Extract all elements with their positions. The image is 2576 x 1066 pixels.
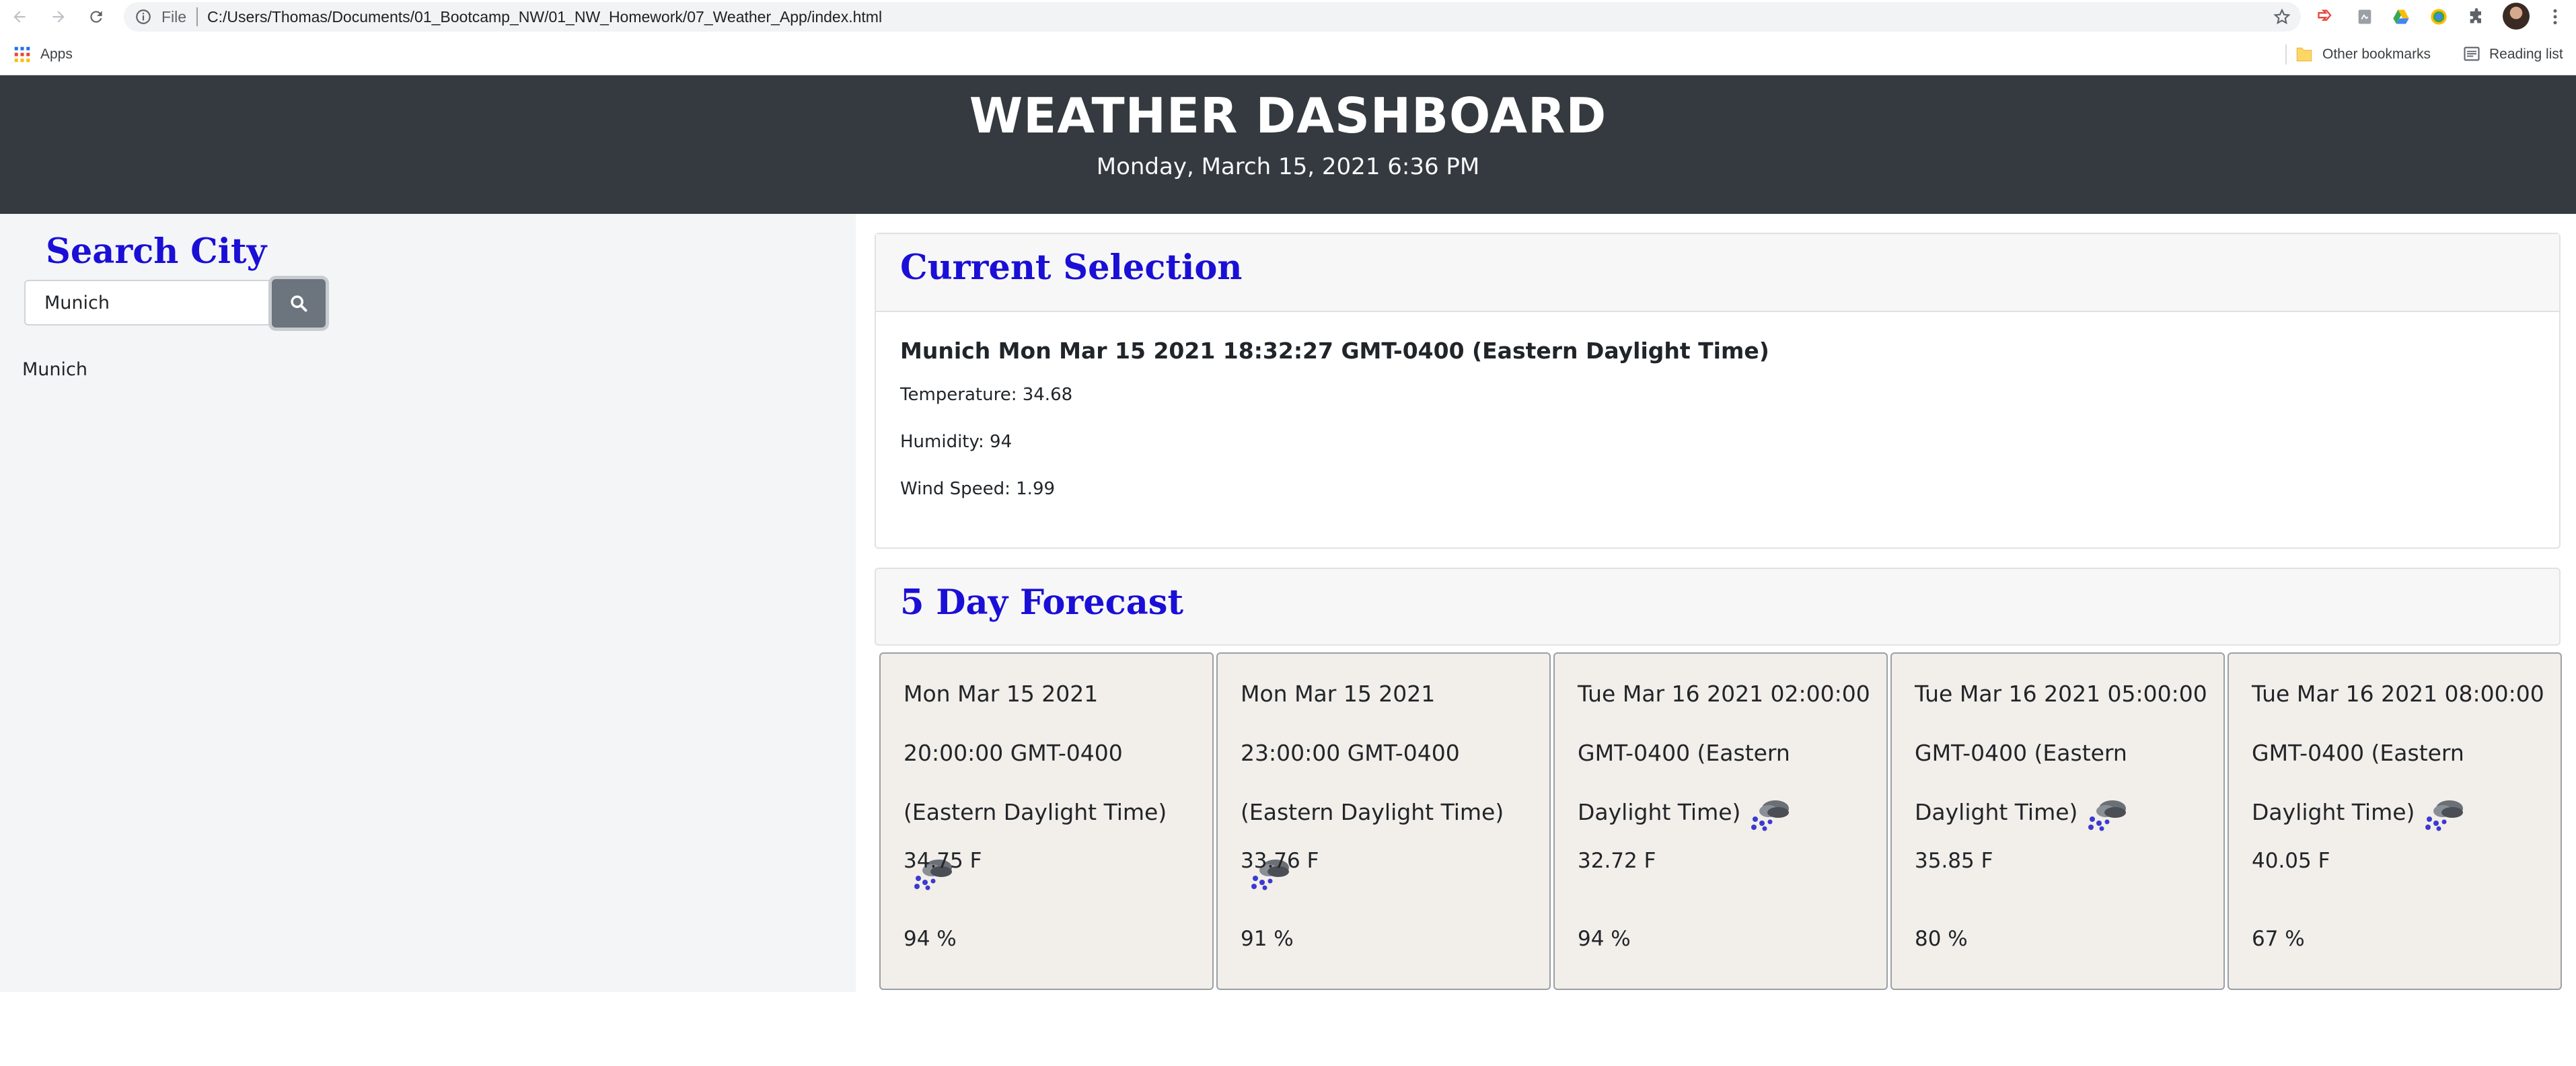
apps-link[interactable]: Apps [40,46,73,63]
current-temperature: Temperature: 34.68 [900,385,1073,405]
folder-icon [2296,47,2312,62]
forecast-humidity: 80 % [1915,927,1968,951]
puzzle-piece-icon [2470,8,2481,24]
reload-button[interactable] [83,4,109,30]
current-humidity: Humidity: 94 [900,432,1013,452]
browser-toolbar: File C:/Users/Thomas/Documents/01_Bootca… [0,0,2576,34]
forecast-temperature: 35.85 F [1915,849,1993,873]
forecast-heading: 5 Day Forecast [900,582,1184,623]
forecast-date-text: Tue Mar 16 2021 08:00:00 GMT-0400 (Easte… [2252,681,2544,825]
info-icon[interactable] [135,8,152,26]
city-search-input[interactable] [24,280,270,326]
current-selection-heading: Current Selection [900,248,1243,288]
forecast-temperature: 32.72 F [1578,849,1656,873]
reading-list-icon [2464,46,2480,61]
forecast-humidity: 94 % [1578,927,1631,951]
search-history-item[interactable]: Munich [22,359,87,380]
profile-avatar[interactable] [2503,3,2530,30]
forecast-date-text: Tue Mar 16 2021 05:00:00 GMT-0400 (Easte… [1915,681,2207,825]
forecast-header: 5 Day Forecast [875,568,2561,646]
pdf-extension-icon [2358,9,2371,24]
reading-list-link[interactable]: Reading list [2489,46,2563,63]
forecast-humidity: 94 % [904,927,957,951]
share-extension-icon [2318,9,2332,21]
card-header: Current Selection [876,234,2559,312]
forecast-card: Tue Mar 16 2021 02:00:00 GMT-0400 (Easte… [1553,652,1888,990]
current-datetime: Monday, March 15, 2021 6:36 PM [1096,153,1480,180]
snow-cloud-icon [1751,800,1790,831]
forecast-temperature: 33.76 F [1241,849,1319,873]
forecast-card: Tue Mar 16 2021 05:00:00 GMT-0400 (Easte… [1890,652,2225,990]
search-button[interactable] [272,279,326,328]
current-wind-speed: Wind Speed: 1.99 [900,479,1056,499]
forecast-humidity: 67 % [2252,927,2305,951]
bookmark-star-icon[interactable] [2273,7,2291,26]
snow-cloud-icon [2425,800,2464,831]
extension-icon[interactable] [2314,5,2337,28]
page-title: WEATHER DASHBOARD [969,87,1607,144]
file-scheme-label: File [161,8,187,26]
forecast-temperature: 40.05 F [2252,849,2330,873]
forecast-date: Tue Mar 16 2021 02:00:00 GMT-0400 (Easte… [1578,664,1874,842]
extensions-button[interactable] [2465,5,2488,28]
forecast-humidity: 91 % [1241,927,1294,951]
forecast-card: Tue Mar 16 2021 08:00:00 GMT-0400 (Easte… [2228,652,2562,990]
address-bar[interactable]: File C:/Users/Thomas/Documents/01_Bootca… [124,2,2301,32]
search-icon [291,295,307,312]
current-city-datetime: Munich Mon Mar 15 2021 18:32:27 GMT-0400… [900,338,1769,364]
page-body: WEATHER DASHBOARD Monday, March 15, 2021… [0,75,2576,1066]
search-sidebar: Search City Munich [0,214,856,992]
url-text[interactable]: C:/Users/Thomas/Documents/01_Bootcamp_NW… [207,8,882,26]
forecast-card: Mon Mar 15 2021 23:00:00 GMT-0400 (Easte… [1216,652,1551,990]
search-city-heading: Search City [46,231,267,272]
forecast-date-text: Tue Mar 16 2021 02:00:00 GMT-0400 (Easte… [1578,681,1870,825]
divider [196,7,198,26]
extension-icon[interactable] [2353,5,2376,28]
reload-icon [90,11,102,23]
extension-icon[interactable] [2390,5,2413,28]
forward-button[interactable] [46,4,71,30]
forecast-temperature: 34.75 F [904,849,982,873]
forecast-date: Tue Mar 16 2021 05:00:00 GMT-0400 (Easte… [1915,664,2211,842]
current-selection-card: Current Selection Munich Mon Mar 15 2021… [875,233,2561,549]
forecast-date: Tue Mar 16 2021 08:00:00 GMT-0400 (Easte… [2252,664,2548,842]
google-drive-icon [2393,9,2409,24]
compass-extension-icon [2431,9,2447,25]
more-vert-icon[interactable] [2545,5,2565,28]
jumbotron-header: WEATHER DASHBOARD Monday, March 15, 2021… [0,75,2576,214]
arrow-right-icon [52,11,65,23]
back-button[interactable] [7,4,32,30]
apps-grid-icon[interactable] [12,44,32,65]
snow-cloud-icon [2088,800,2127,831]
forecast-date-text: Mon Mar 15 2021 23:00:00 GMT-0400 (Easte… [1241,681,1504,825]
forecast-card: Mon Mar 15 2021 20:00:00 GMT-0400 (Easte… [879,652,1214,990]
bookmarks-bar: Apps Other bookmarks Reading list [0,34,2576,75]
divider [2285,44,2287,65]
arrow-left-icon [13,11,26,23]
forecast-date-text: Mon Mar 15 2021 20:00:00 GMT-0400 (Easte… [904,681,1167,825]
extension-icon[interactable] [2427,5,2450,28]
other-bookmarks-link[interactable]: Other bookmarks [2322,46,2431,63]
